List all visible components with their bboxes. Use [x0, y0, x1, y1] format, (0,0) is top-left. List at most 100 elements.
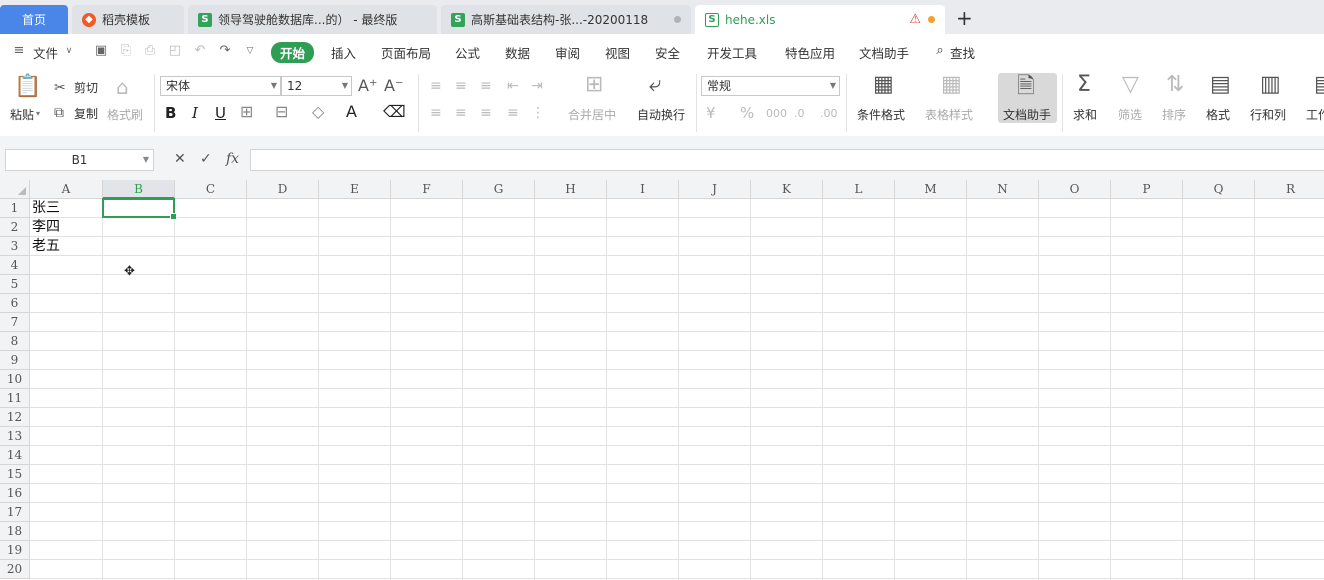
- row-header-18[interactable]: 18: [0, 522, 30, 541]
- worksheet-button[interactable]: 工作: [1306, 106, 1324, 123]
- print-icon[interactable]: ⎙: [143, 44, 157, 58]
- italic-icon[interactable]: I: [192, 104, 198, 122]
- row-header-6[interactable]: 6: [0, 294, 30, 313]
- spreadsheet-grid[interactable]: A B C D E F G H I J K L M N O P Q R 1 2 3 4 5 6 7 8 9 10 11 12 13 14 15 1…: [0, 180, 1324, 580]
- row-header-17[interactable]: 17: [0, 503, 30, 522]
- format-painter-icon[interactable]: ⌂: [116, 77, 129, 97]
- row-header-15[interactable]: 15: [0, 465, 30, 484]
- column-header-n[interactable]: N: [967, 180, 1039, 199]
- row-header-2[interactable]: 2: [0, 218, 30, 237]
- cut-button[interactable]: 剪切: [74, 79, 98, 96]
- rows-cols-button[interactable]: 行和列: [1250, 106, 1286, 123]
- align-middle-icon[interactable]: ≡: [455, 77, 467, 95]
- menu-special[interactable]: 特色应用: [785, 43, 835, 62]
- redo-icon[interactable]: ↷: [218, 44, 232, 58]
- cell-a2[interactable]: 李四: [30, 218, 60, 237]
- paste-icon[interactable]: 📋: [14, 76, 41, 98]
- cancel-icon[interactable]: ✕: [174, 151, 186, 167]
- menu-review[interactable]: 审阅: [555, 43, 580, 62]
- increase-font-icon[interactable]: A⁺: [358, 77, 377, 95]
- cell-a1[interactable]: 张三: [30, 199, 60, 218]
- column-header-i[interactable]: I: [607, 180, 679, 199]
- column-header-r[interactable]: R: [1255, 180, 1324, 199]
- menu-security[interactable]: 安全: [655, 43, 680, 62]
- copy-icon[interactable]: ⧉: [54, 104, 64, 122]
- sum-icon[interactable]: Σ: [1077, 74, 1091, 96]
- cell-a3[interactable]: 老五: [30, 237, 60, 256]
- number-format-select[interactable]: 常规 ▼: [701, 76, 840, 96]
- menu-file[interactable]: 文件: [33, 43, 58, 62]
- distributed-icon[interactable]: ⋮: [531, 104, 545, 122]
- font-color-icon[interactable]: A: [346, 103, 357, 121]
- paste-button[interactable]: 粘贴: [10, 106, 34, 123]
- tab-gauss-structure[interactable]: S 高斯基础表结构-张...-20200118: [441, 5, 691, 34]
- column-header-b[interactable]: B: [103, 180, 175, 199]
- column-header-p[interactable]: P: [1111, 180, 1183, 199]
- align-bottom-icon[interactable]: ≡: [480, 77, 492, 95]
- row-header-12[interactable]: 12: [0, 408, 30, 427]
- tab-hehe-xls[interactable]: S hehe.xls ⚠: [695, 5, 945, 34]
- sort-button[interactable]: 排序: [1162, 106, 1186, 123]
- column-header-m[interactable]: M: [895, 180, 967, 199]
- column-header-g[interactable]: G: [463, 180, 535, 199]
- column-header-a[interactable]: A: [30, 180, 103, 199]
- row-header-3[interactable]: 3: [0, 237, 30, 256]
- sort-icon[interactable]: ⇅: [1166, 74, 1184, 96]
- underline-icon[interactable]: U: [215, 104, 226, 122]
- name-box[interactable]: B1 ▼: [5, 149, 154, 171]
- row-header-7[interactable]: 7: [0, 313, 30, 332]
- unsaved-dot-icon[interactable]: [928, 16, 935, 23]
- percent-icon[interactable]: %: [740, 104, 754, 122]
- scissors-icon[interactable]: ✂: [54, 79, 66, 97]
- merge-style-icon[interactable]: ⊟: [275, 103, 288, 121]
- column-header-c[interactable]: C: [175, 180, 247, 199]
- menu-home[interactable]: 开始: [271, 42, 315, 63]
- new-tab-button[interactable]: +: [956, 6, 973, 30]
- row-header-13[interactable]: 13: [0, 427, 30, 446]
- bold-icon[interactable]: B: [165, 104, 176, 122]
- align-right-icon[interactable]: ≡: [480, 104, 492, 122]
- row-header-16[interactable]: 16: [0, 484, 30, 503]
- insert-function-icon[interactable]: fx: [226, 151, 239, 167]
- column-header-h[interactable]: H: [535, 180, 607, 199]
- align-top-icon[interactable]: ≡: [430, 77, 442, 95]
- copy-button[interactable]: 复制: [74, 105, 98, 122]
- align-center-icon[interactable]: ≡: [455, 104, 467, 122]
- column-header-q[interactable]: Q: [1183, 180, 1255, 199]
- menu-doc-helper[interactable]: 文档助手: [859, 43, 909, 62]
- selected-cell-outline[interactable]: [102, 198, 177, 220]
- justify-icon[interactable]: ≡: [507, 104, 519, 122]
- borders-icon[interactable]: ⊞: [240, 103, 253, 121]
- save-icon[interactable]: ▣: [94, 44, 108, 58]
- export-pdf-icon[interactable]: ⎘: [119, 44, 133, 58]
- wrap-text-button[interactable]: 自动换行: [637, 106, 685, 123]
- row-header-4[interactable]: 4: [0, 256, 30, 275]
- row-header-10[interactable]: 10: [0, 370, 30, 389]
- tab-docer-templates[interactable]: ◆ 稻壳模板: [72, 5, 184, 34]
- font-size-select[interactable]: 12 ▼: [281, 76, 352, 96]
- align-left-icon[interactable]: ≡: [430, 104, 442, 122]
- decrease-font-icon[interactable]: A⁻: [384, 77, 403, 95]
- print-preview-icon[interactable]: ◰: [168, 44, 182, 58]
- tab-cockpit-db[interactable]: S 领导驾驶舱数据库...的） - 最终版: [188, 5, 437, 34]
- formula-input[interactable]: [250, 149, 1324, 171]
- menu-data[interactable]: 数据: [505, 43, 530, 62]
- column-header-o[interactable]: O: [1039, 180, 1111, 199]
- close-dot-icon[interactable]: [674, 16, 681, 23]
- row-header-20[interactable]: 20: [0, 560, 30, 579]
- font-name-select[interactable]: 宋体 ▼: [160, 76, 281, 96]
- tab-home[interactable]: 首页: [0, 5, 68, 34]
- row-header-19[interactable]: 19: [0, 541, 30, 560]
- doc-helper-button[interactable]: 🗎 文档助手: [998, 73, 1057, 123]
- conditional-format-icon[interactable]: ▦: [873, 74, 894, 96]
- wrap-text-icon[interactable]: ⤶: [649, 74, 661, 96]
- column-header-j[interactable]: J: [679, 180, 751, 199]
- format-button[interactable]: 格式: [1206, 106, 1230, 123]
- rows-cols-icon[interactable]: ▥: [1260, 74, 1281, 96]
- warning-icon[interactable]: ⚠: [909, 12, 921, 27]
- select-all-corner[interactable]: [0, 180, 30, 199]
- hamburger-menu-icon[interactable]: ≡: [12, 44, 26, 58]
- column-header-k[interactable]: K: [751, 180, 823, 199]
- increase-indent-icon[interactable]: ⇥: [531, 77, 543, 95]
- filter-button[interactable]: 筛选: [1118, 106, 1142, 123]
